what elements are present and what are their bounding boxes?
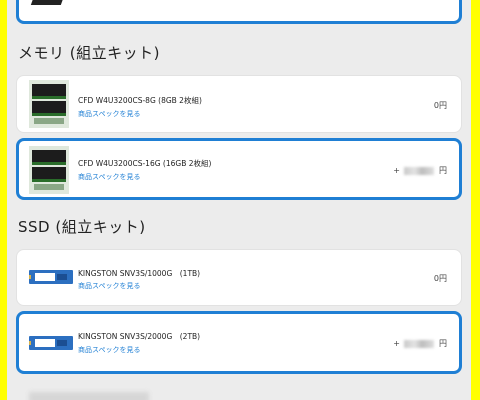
product-name: CFD W4U3200CS-8G (8GB 2枚組) <box>78 96 202 105</box>
spec-link[interactable]: 商品スペックを見る <box>78 109 141 119</box>
section-title-ssd: SSD (組立キット) <box>18 218 146 236</box>
option-card-memory-16g[interactable]: CFD W4U3200CS-16G (16GB 2枚組) 商品スペックを見る +… <box>16 138 462 200</box>
options-panel: メモリ (組立キット) CFD W4U3200CS-8G (8GB 2枚組) 商… <box>7 0 471 400</box>
next-section-header <box>29 392 149 400</box>
product-name: KINGSTON SNV3S/1000G (1TB) <box>78 269 201 278</box>
option-card-ssd-2tb[interactable]: KINGSTON SNV3S/2000G (2TB) 商品スペックを見る + 円 <box>16 311 462 374</box>
m2-ssd-icon <box>29 335 73 354</box>
product-name: KINGSTON SNV3S/2000G (2TB) <box>78 332 201 341</box>
option-card-ssd-1tb[interactable]: KINGSTON SNV3S/1000G (1TB) 商品スペックを見る 0円 <box>16 249 462 306</box>
m2-ssd-icon <box>29 269 73 288</box>
price-prefix: + <box>393 339 400 348</box>
ram-module-icon <box>29 146 69 198</box>
blurred-price <box>404 339 435 348</box>
previous-option-card[interactable] <box>16 0 462 24</box>
price-diff: + 円 <box>393 338 447 349</box>
price-value: 0円 <box>433 101 447 110</box>
spec-link[interactable]: 商品スペックを見る <box>78 281 141 291</box>
option-card-memory-8g[interactable]: CFD W4U3200CS-8G (8GB 2枚組) 商品スペックを見る 0円 <box>16 75 462 133</box>
ram-module-icon <box>29 80 69 132</box>
spec-link[interactable]: 商品スペックを見る <box>78 172 141 182</box>
product-name: CFD W4U3200CS-16G (16GB 2枚組) <box>78 159 212 168</box>
section-title-memory: メモリ (組立キット) <box>18 44 160 62</box>
price-value: 0円 <box>433 274 447 283</box>
price-prefix: + <box>393 166 400 175</box>
price-diff: 0円 <box>434 273 447 284</box>
blurred-price <box>404 166 435 175</box>
price-value: 円 <box>439 166 447 175</box>
price-diff: 0円 <box>434 100 447 111</box>
price-diff: + 円 <box>393 165 447 176</box>
spec-link[interactable]: 商品スペックを見る <box>78 345 141 355</box>
product-thumbnail <box>30 0 66 5</box>
price-value: 円 <box>439 339 447 348</box>
